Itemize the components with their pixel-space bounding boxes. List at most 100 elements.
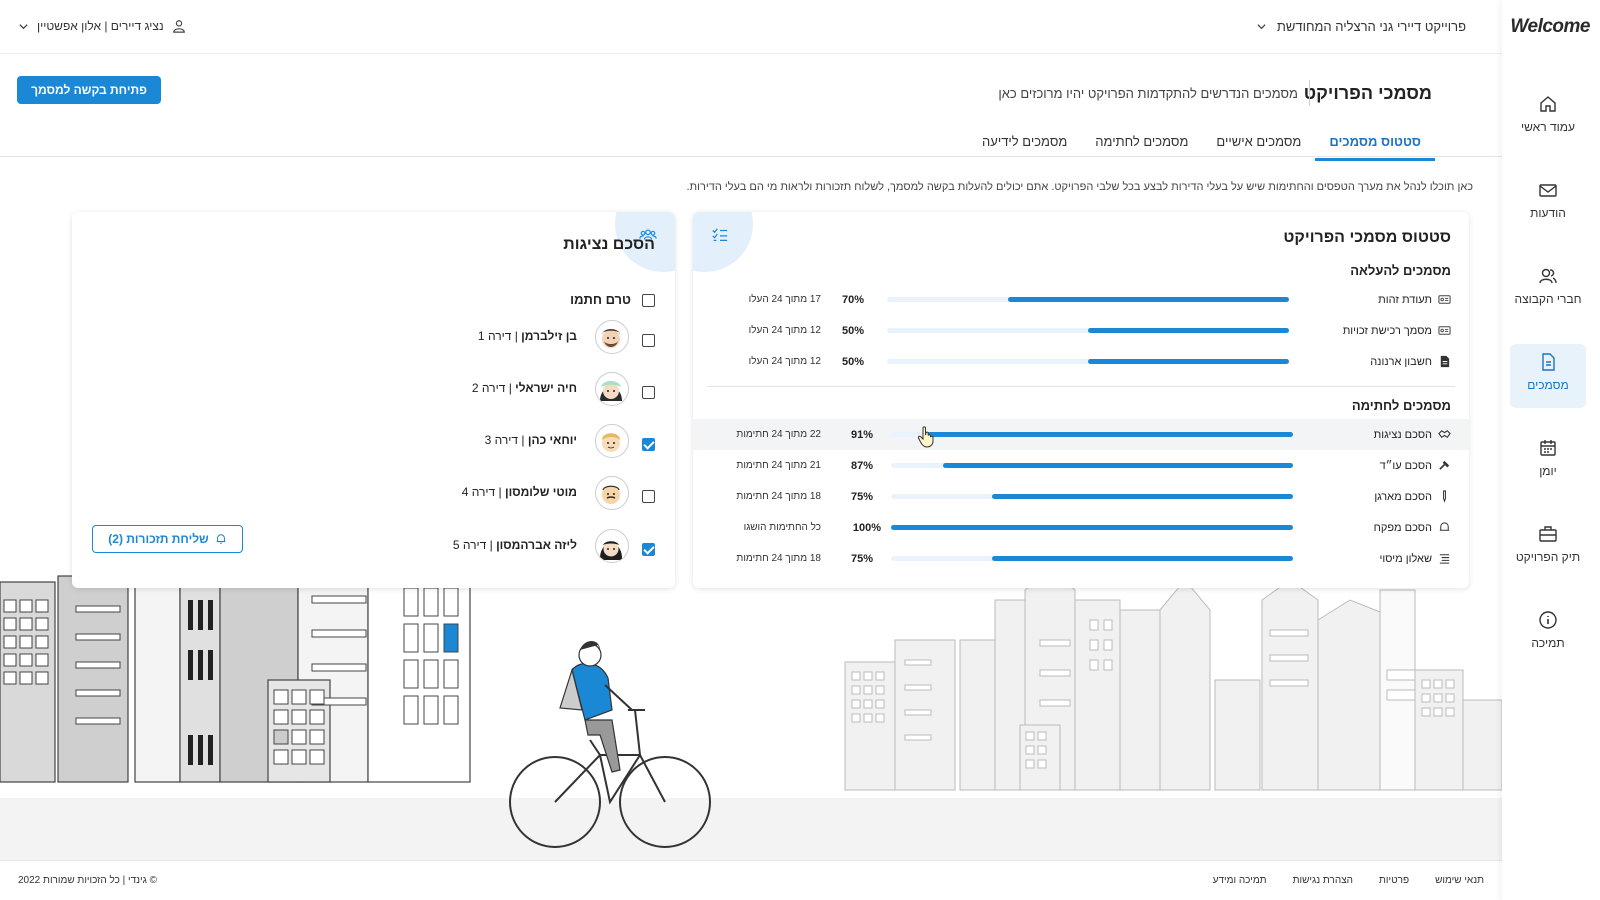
users-icon [1539,268,1557,284]
person-checkbox[interactable] [642,386,655,399]
file-icon [1440,355,1450,368]
city-bicycle-illustration [0,560,1502,860]
doc-label: הסכם עו״ד [1379,459,1432,472]
sidebar-item-label: תמיכה [1531,636,1565,650]
calendar-icon [1540,440,1556,456]
progress-bar [887,328,1289,333]
progress-detail: 12 מתוך 24 העלו [748,325,821,336]
avatar [595,372,629,406]
footer-link-terms[interactable]: תנאי שימוש [1435,875,1484,886]
progress-detail: 18 מתוך 24 חתימות [736,491,821,502]
avatar [595,320,629,354]
document-icon [1542,353,1555,371]
sign-doc-name: שאלון מיסוי [1380,552,1451,565]
bell-icon [216,534,226,544]
id-card-icon [1438,295,1451,304]
list-icon [1439,554,1450,564]
person-apartment: | דירה 3 [484,433,528,447]
progress-detail: 22 מתוך 24 חתימות [736,429,821,440]
sign-card-title: הסכם נציגות [563,236,655,253]
progress-fill [1088,328,1289,333]
progress-percent: 75% [850,490,873,503]
sidebar-item-label: מסמכים [1527,378,1569,392]
footer-link-support[interactable]: תמיכה ומידע [1213,875,1267,886]
footer-links: תנאי שימוש פרטיות הצהרת נגישות תמיכה ומי… [1213,875,1484,886]
project-name: פרוייקט דיירי גני הרצליה המחודשת [1276,19,1466,34]
doc-label: הסכם מפקח [1373,521,1432,534]
sign-doc-row[interactable]: הסכם מארגן 75% 18 מתוך 24 חתימות [693,481,1469,512]
sidebar-item-calendar[interactable]: יומן [1510,430,1586,494]
person-checkbox[interactable] [642,543,655,556]
info-icon [1539,611,1557,629]
select-unsigned-checkbox[interactable] [642,294,655,307]
sign-doc-name: הסכם מפקח [1374,521,1451,534]
doc-label: שאלון מיסוי [1379,552,1432,565]
progress-fill [891,525,1293,530]
sidebar-item-support[interactable]: תמיכה [1510,602,1586,666]
copyright: © גינדי | כל הזכויות שמורות 2022 [18,875,158,886]
bell-icon [1439,522,1450,531]
page-subtitle: מסמכים הנדרשים להתקדמות הפרויקט יהיו מרו… [998,86,1298,101]
chevron-down-icon [19,23,28,29]
sign-section-title: מסמכים לחתימה [1351,398,1451,413]
upload-doc-row[interactable]: מסמך רכישת זכויות 50% 12 מתוך 24 העלו [693,315,1469,346]
progress-fill [943,463,1293,468]
person-apartment: | דירה 2 [471,381,516,395]
person-label: יוחאי כהן | דירה 3 [485,433,577,447]
hand-cursor-icon [917,426,934,448]
person-apartment: | דירה 4 [461,485,505,499]
progress-fill [991,556,1293,561]
user-name: נציג דיירים | אלון אפשטיין [37,19,164,33]
progress-bar [891,525,1293,530]
person-name: מוטי שלומסון [504,485,577,499]
chevron-down-icon [1257,24,1266,30]
sign-doc-name: הסכם עו״ד [1380,459,1451,472]
user-menu[interactable]: נציג דיירים | אלון אפשטיין [18,19,186,33]
status-card-title: סטטוס מסמכי הפרויקט [1283,229,1451,246]
sidebar-item-project-file[interactable]: תיק הפרויקט [1510,516,1586,580]
person-checkbox[interactable] [642,438,655,451]
project-selector[interactable]: פרוייקט דיירי גני הרצליה המחודשת [1256,19,1466,34]
sidebar-item-messages[interactable]: הודעות [1510,172,1586,236]
person-checkbox[interactable] [642,334,655,347]
id-card-icon [1438,326,1451,335]
progress-percent: 87% [850,459,873,472]
sign-doc-row[interactable]: הסכם מפקח 100% כל החתימות הושגו [693,512,1469,543]
person-label: חיה ישראלי | דירה 2 [472,381,577,395]
progress-detail: 12 מתוך 24 העלו [748,356,821,367]
sidebar-item-documents[interactable]: מסמכים [1510,344,1586,408]
top-bar: פרוייקט דיירי גני הרצליה המחודשת נציג די… [0,0,1502,54]
handshake-icon [1438,430,1451,439]
progress-detail: 21 מתוך 24 חתימות [736,460,821,471]
upload-doc-row[interactable]: תעודת זהות 70% 17 מתוך 24 העלו [693,284,1469,315]
person-label: ליזה אברהמסון | דירה 5 [453,538,577,552]
person-apartment: | דירה 5 [452,538,497,552]
pen-icon [1443,490,1446,503]
progress-bar [891,494,1293,499]
doc-label: הסכם נציגות [1373,428,1432,441]
send-reminders-button[interactable]: שליחת תזכורות (2) [92,525,243,553]
sidebar-item-label: הודעות [1530,206,1566,220]
footer-link-accessibility[interactable]: הצהרת נגישות [1293,875,1353,886]
sign-doc-row[interactable]: שאלון מיסוי 75% 18 מתוך 24 חתימות [693,543,1469,574]
person-checkbox[interactable] [642,490,655,503]
upload-doc-name: תעודת זהות [1378,293,1451,306]
upload-doc-name: מסמך רכישת זכויות [1343,324,1451,337]
intro-text: כאן תוכלו לנהל את מערך הטפסים והחתימות ש… [686,181,1474,193]
person-name: ליזה אברהמסון [496,538,577,552]
progress-detail: 17 מתוך 24 העלו [748,294,821,305]
man-avatar-icon [602,329,620,348]
progress-bar [887,297,1289,302]
person-name: בן זילברמן [521,329,577,343]
open-document-request-button[interactable]: פתיחת בקשה למסמך [17,76,161,104]
sign-doc-row[interactable]: הסכם עו״ד 87% 21 מתוך 24 חתימות [693,450,1469,481]
sidebar-item-group-members[interactable]: חברי הקבוצה [1510,258,1586,322]
sign-doc-row[interactable]: הסכם נציגות 91% 22 מתוך 24 חתימות [693,419,1469,450]
footer: תנאי שימוש פרטיות הצהרת נגישות תמיכה ומי… [0,860,1502,900]
upload-doc-row[interactable]: חשבון ארנונה 50% 12 מתוך 24 העלו [693,346,1469,377]
sidebar-item-home[interactable]: עמוד ראשי [1510,86,1586,150]
footer-link-privacy[interactable]: פרטיות [1379,875,1409,886]
section-divider [707,386,1455,387]
person-name: יוחאי כהן [527,433,577,447]
doc-label: הסכם מארגן [1374,490,1432,503]
